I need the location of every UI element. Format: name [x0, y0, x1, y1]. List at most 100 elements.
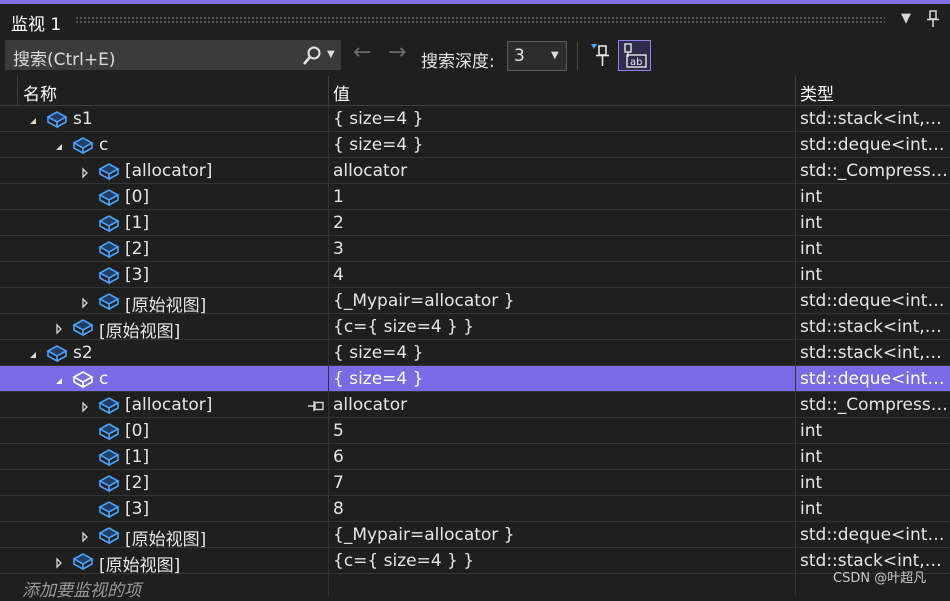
watch-name[interactable]: [原始视图]	[125, 525, 206, 550]
watch-name[interactable]: [1]	[125, 213, 149, 233]
watch-row[interactable]: s1 { size=4 } std::stack<int,std::deque<in…	[0, 106, 950, 132]
watch-value[interactable]: {c={ size=4 } }	[333, 317, 474, 337]
title-grip[interactable]	[75, 16, 885, 23]
watch-row[interactable]: [原始视图]{c={ size=4 } }std::stack<int,std:…	[0, 548, 950, 576]
watch-row[interactable]: [allocator] allocator std::_Compressed_pai…	[0, 158, 950, 184]
search-depth-select[interactable]: 3 ▼	[507, 41, 567, 71]
watch-value[interactable]: { size=4 }	[333, 343, 423, 363]
watch-value[interactable]: { size=4 }	[333, 109, 423, 129]
watch-value[interactable]: 3	[333, 239, 344, 259]
watch-name[interactable]: [2]	[125, 239, 149, 259]
watch-name[interactable]: [0]	[125, 187, 149, 207]
add-watch-row[interactable]: 添加要监视的项	[0, 574, 950, 601]
watch-name[interactable]: [1]	[125, 447, 149, 467]
column-divider	[795, 574, 796, 596]
search-options-chevron-icon[interactable]: ▼	[327, 49, 335, 60]
title-bar: 监视 1 ▼	[0, 4, 950, 35]
watch-value[interactable]: {_Mypair=allocator }	[333, 525, 515, 545]
column-divider	[328, 158, 329, 184]
watch-value[interactable]: 5	[333, 421, 344, 441]
watch-value[interactable]: { size=4 }	[333, 369, 423, 389]
watch-row[interactable]: [原始视图] {_Mypair=allocator } std::deque<int…	[0, 288, 950, 316]
watch-name[interactable]: c	[99, 369, 108, 389]
column-divider	[795, 314, 796, 340]
header-divider[interactable]	[328, 76, 329, 106]
column-header-name[interactable]: 名称	[23, 80, 57, 105]
collapse-toggle-icon[interactable]	[53, 372, 65, 384]
watch-name[interactable]: s1	[73, 109, 93, 129]
watch-value[interactable]: 1	[333, 187, 344, 207]
watch-row[interactable]: [3] 8 int	[0, 496, 950, 522]
watch-value[interactable]: { size=4 }	[333, 135, 423, 155]
chevron-down-icon[interactable]: ▼	[901, 11, 911, 26]
watch-value[interactable]: 4	[333, 265, 344, 285]
watch-type: std::deque<int,std::allocator<int>>	[800, 291, 948, 311]
arrow-left-icon[interactable]: ←	[353, 42, 371, 64]
expand-toggle-icon[interactable]	[79, 164, 91, 179]
watch-row[interactable]: [原始视图] {_Mypair=allocator } std::deque<int…	[0, 522, 950, 550]
column-header-type[interactable]: 类型	[800, 80, 834, 105]
column-divider	[328, 288, 329, 314]
pin-icon[interactable]	[926, 10, 940, 32]
column-divider	[795, 366, 796, 392]
expand-toggle-icon[interactable]	[79, 528, 91, 543]
watch-value[interactable]: allocator	[333, 161, 407, 181]
watch-name[interactable]: [原始视图]	[99, 317, 180, 342]
watch-name[interactable]: [0]	[125, 421, 149, 441]
expand-toggle-icon[interactable]	[79, 398, 91, 413]
watch-value[interactable]: {_Mypair=allocator }	[333, 291, 515, 311]
cube-icon	[98, 265, 120, 285]
watch-row[interactable]: [allocator] allocator std::_Compressed_pai…	[0, 392, 950, 418]
arrow-right-icon[interactable]: →	[388, 42, 406, 64]
collapse-toggle-icon[interactable]	[27, 112, 39, 124]
watch-row[interactable]: [2] 7 int	[0, 470, 950, 496]
collapse-toggle-icon[interactable]	[53, 138, 65, 150]
column-header-value[interactable]: 值	[333, 80, 350, 105]
pin-icon[interactable]	[307, 398, 325, 417]
collapse-toggle-icon[interactable]	[27, 346, 39, 358]
watch-row[interactable]: c { size=4 } std::deque<int,std::allocator…	[0, 366, 950, 392]
toolbar: 搜索(Ctrl+E) ▼ ← → 搜索深度: 3 ▼ ab	[0, 35, 950, 76]
watch-row[interactable]: [0] 1 int	[0, 184, 950, 210]
column-divider	[328, 340, 329, 366]
watch-row[interactable]: [1] 2 int	[0, 210, 950, 236]
watch-row[interactable]: [原始视图]{c={ size=4 } }std::stack<int,std:…	[0, 314, 950, 342]
watch-row[interactable]: [1] 6 int	[0, 444, 950, 470]
column-divider	[795, 418, 796, 444]
chevron-down-icon[interactable]: ▼	[551, 50, 559, 61]
watch-type: std::deque<int,std::allocator<int>>	[800, 135, 948, 155]
column-divider	[328, 314, 329, 340]
pin-watch-icon[interactable]	[588, 42, 612, 72]
watch-value[interactable]: 2	[333, 213, 344, 233]
expand-toggle-icon[interactable]	[53, 320, 65, 335]
watch-value[interactable]: 6	[333, 447, 344, 467]
watch-name[interactable]: [2]	[125, 473, 149, 493]
watch-value[interactable]: 7	[333, 473, 344, 493]
watch-name[interactable]: c	[99, 135, 108, 155]
watch-name[interactable]: [原始视图]	[99, 551, 180, 576]
watch-name[interactable]: [3]	[125, 265, 149, 285]
watch-row[interactable]: [0] 5 int	[0, 418, 950, 444]
hex-display-toggle[interactable]: ab	[618, 40, 651, 71]
watch-row[interactable]: c { size=4 } std::deque<int,std::allocator…	[0, 132, 950, 158]
watch-type: std::stack<int,std::deque<int,std::alloc…	[800, 109, 948, 129]
column-divider	[795, 236, 796, 262]
watch-name[interactable]: [3]	[125, 499, 149, 519]
search-icon[interactable]	[302, 46, 322, 70]
watch-name[interactable]: [原始视图]	[125, 291, 206, 316]
watch-value[interactable]: allocator	[333, 395, 407, 415]
watch-value[interactable]: {c={ size=4 } }	[333, 551, 474, 571]
watch-row[interactable]: s2 { size=4 } std::stack<int,std::deque<in…	[0, 340, 950, 366]
watch-value[interactable]: 8	[333, 499, 344, 519]
watch-row[interactable]: [2] 3 int	[0, 236, 950, 262]
header-divider[interactable]	[795, 76, 796, 106]
watch-grid: s1{ size=4 }std::stack<int,std::deque<in…	[0, 106, 950, 601]
watch-name[interactable]: s2	[73, 343, 93, 363]
watch-name[interactable]: [allocator]	[125, 395, 212, 415]
watch-row[interactable]: [3] 4 int	[0, 262, 950, 288]
watch-name[interactable]: [allocator]	[125, 161, 212, 181]
expand-toggle-icon[interactable]	[79, 294, 91, 309]
expand-toggle-icon[interactable]	[53, 554, 65, 569]
cube-icon	[46, 109, 68, 129]
search-input[interactable]: 搜索(Ctrl+E) ▼	[5, 40, 341, 70]
